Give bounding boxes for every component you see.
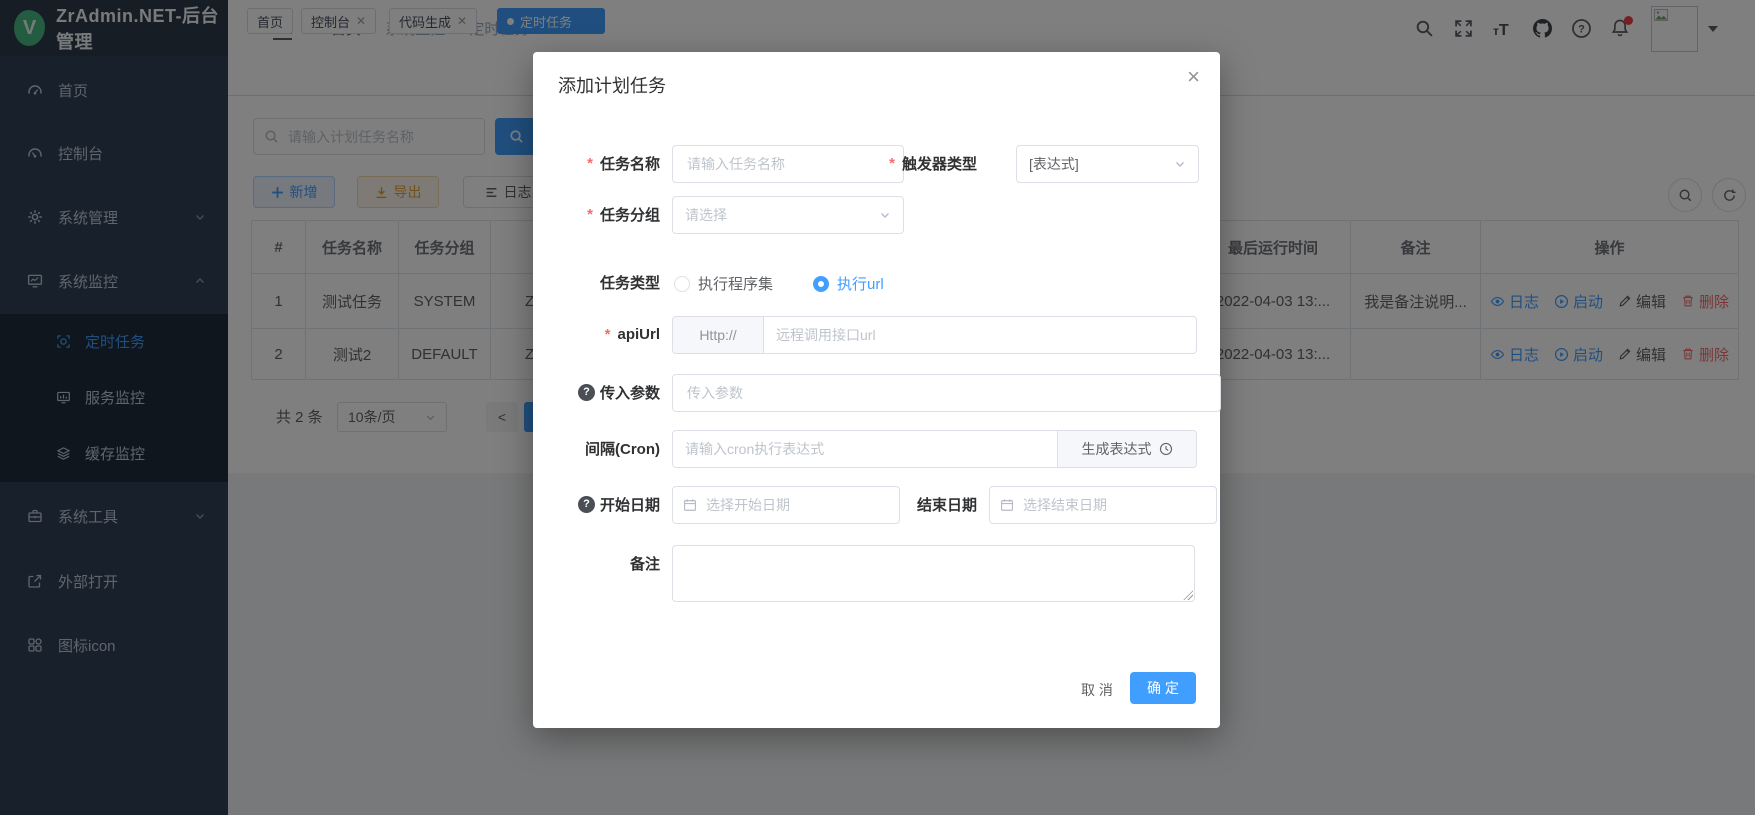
start-date-input[interactable] <box>704 496 889 514</box>
cron-input[interactable] <box>673 441 1057 457</box>
app-window: V ZrAdmin.NET-后台管理 首页 控制台 系统管理 系统监控 定时任务 <box>0 0 1755 815</box>
start-date-field[interactable] <box>672 486 900 524</box>
confirm-button[interactable]: 确 定 <box>1130 672 1196 704</box>
end-date-field[interactable] <box>989 486 1217 524</box>
cancel-button[interactable]: 取 消 <box>1081 680 1113 700</box>
start-date-label: ?开始日期 <box>533 486 660 522</box>
trigger-type-label: *触发器类型 <box>867 145 977 181</box>
task-group-label: *任务分组 <box>533 196 660 232</box>
dialog-close-button[interactable]: × <box>1187 66 1200 88</box>
help-icon: ? <box>578 384 595 401</box>
params-field[interactable] <box>672 374 1221 412</box>
params-input[interactable] <box>685 384 1208 402</box>
task-name-label: *任务名称 <box>533 145 660 181</box>
chevron-down-icon <box>1174 158 1186 170</box>
radio-exec-url[interactable]: 执行url <box>813 273 884 294</box>
trigger-type-select[interactable]: [表达式] <box>1016 145 1199 183</box>
radio-exec-assembly[interactable]: 执行程序集 <box>674 273 773 294</box>
apiurl-label: *apiUrl <box>533 316 660 352</box>
cron-field[interactable]: 生成表达式 <box>672 430 1197 468</box>
calendar-icon <box>1000 498 1014 512</box>
remark-label: 备注 <box>533 545 660 581</box>
end-date-label: 结束日期 <box>867 486 977 522</box>
task-group-select[interactable]: 请选择 <box>672 196 904 234</box>
dialog-title: 添加计划任务 <box>558 72 666 98</box>
task-type-label: 任务类型 <box>533 264 660 300</box>
radio-icon <box>674 276 690 292</box>
params-label: ?传入参数 <box>533 374 660 410</box>
apiurl-input[interactable] <box>764 327 1196 343</box>
textarea-resize-handle[interactable] <box>1182 589 1193 600</box>
clock-icon <box>1159 442 1173 456</box>
add-task-dialog: 添加计划任务 × *任务名称 *触发器类型 [表达式] *任务分组 请选择 任务… <box>533 52 1220 728</box>
remark-textarea[interactable] <box>672 545 1195 602</box>
generate-cron-button[interactable]: 生成表达式 <box>1057 431 1196 467</box>
end-date-input[interactable] <box>1021 496 1206 514</box>
radio-selected-icon <box>813 276 829 292</box>
task-name-input[interactable] <box>685 155 891 173</box>
apiurl-field[interactable]: Http:// <box>672 316 1197 354</box>
help-icon: ? <box>578 496 595 513</box>
chevron-down-icon <box>879 209 891 221</box>
calendar-icon <box>683 498 697 512</box>
cron-label: 间隔(Cron) <box>533 430 660 466</box>
apiurl-prefix: Http:// <box>673 317 764 353</box>
